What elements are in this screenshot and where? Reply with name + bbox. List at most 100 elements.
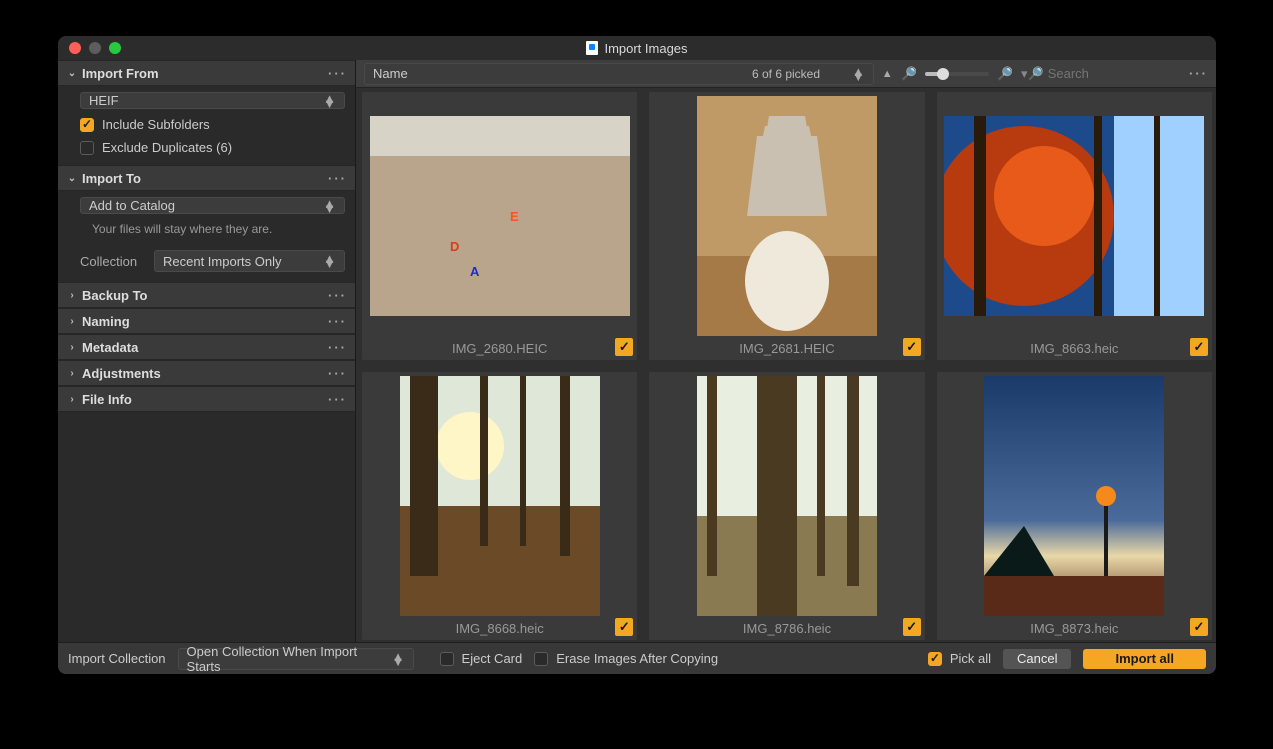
section-title: Import To — [82, 171, 141, 186]
erase-after-label: Erase Images After Copying — [556, 651, 718, 666]
thumbnail-filename: IMG_8786.heic — [743, 621, 831, 636]
pick-all-label: Pick all — [950, 651, 991, 666]
import-all-label: Import all — [1115, 651, 1174, 666]
thumbnail-item[interactable]: IMG_8668.heic ✓ — [362, 372, 637, 640]
zoom-in-icon[interactable]: 🔍 — [997, 66, 1013, 82]
ellipsis-icon[interactable]: ··· — [328, 366, 347, 381]
thumbnail-image — [697, 96, 877, 336]
cancel-label: Cancel — [1017, 651, 1057, 666]
thumbnail-item[interactable]: D A E IMG_2680.HEIC ✓ — [362, 92, 637, 360]
pick-toggle[interactable]: ✓ — [903, 338, 921, 356]
import-all-button[interactable]: Import all — [1083, 649, 1206, 669]
ellipsis-icon[interactable]: ··· — [328, 340, 347, 355]
import-window: Import Images ⌄ Import From ··· HEIF ▲▼ … — [58, 36, 1216, 674]
updown-icon: ▲▼ — [392, 654, 405, 664]
pick-toggle[interactable]: ✓ — [903, 618, 921, 636]
section-adjustments[interactable]: › Adjustments ··· — [58, 360, 355, 386]
thumbnail-grid: D A E IMG_2680.HEIC ✓ — [362, 92, 1212, 640]
pick-all-checkbox[interactable] — [928, 652, 942, 666]
thumbnail-image — [984, 376, 1164, 616]
import-to-value: Add to Catalog — [89, 198, 175, 213]
collection-label: Collection — [80, 254, 146, 269]
source-select[interactable]: HEIF ▲▼ — [80, 92, 345, 109]
search-input[interactable] — [1048, 66, 1158, 81]
thumbnail-filename: IMG_8873.heic — [1030, 621, 1118, 636]
thumbnail-item[interactable]: IMG_8873.heic ✓ — [937, 372, 1212, 640]
updown-icon: ▲▼ — [323, 201, 336, 211]
thumbnail-zoom-slider[interactable] — [925, 72, 989, 76]
chevron-right-icon: › — [66, 368, 78, 379]
pick-toggle[interactable]: ✓ — [615, 338, 633, 356]
section-import-from[interactable]: ⌄ Import From ··· — [58, 60, 355, 86]
ellipsis-icon[interactable]: ··· — [328, 66, 347, 81]
pick-toggle[interactable]: ✓ — [615, 618, 633, 636]
import-collection-value: Open Collection When Import Starts — [187, 644, 392, 674]
chevron-right-icon: › — [66, 290, 78, 301]
chevron-down-icon: ⌄ — [66, 173, 78, 184]
exclude-duplicates-checkbox[interactable] — [80, 141, 94, 155]
thumbnail-filename: IMG_2680.HEIC — [452, 341, 547, 356]
document-icon — [586, 41, 598, 55]
window-title: Import Images — [604, 41, 687, 56]
pick-toggle[interactable]: ✓ — [1190, 618, 1208, 636]
thumbnail-item[interactable]: IMG_8786.heic ✓ — [649, 372, 924, 640]
import-to-note: Your files will stay where they are. — [80, 222, 345, 236]
chevron-down-icon: ⌄ — [66, 68, 78, 79]
include-subfolders-checkbox[interactable] — [80, 118, 94, 132]
thumbnail-item[interactable]: IMG_2681.HEIC ✓ — [649, 92, 924, 360]
svg-text:D: D — [450, 239, 459, 254]
thumbnail-filename: IMG_2681.HEIC — [739, 341, 834, 356]
picked-count: 6 of 6 picked — [752, 67, 820, 81]
section-title: File Info — [82, 392, 132, 407]
chevron-right-icon: › — [66, 316, 78, 327]
pick-toggle[interactable]: ✓ — [1190, 338, 1208, 356]
thumbnail-image: D A E — [370, 116, 630, 316]
updown-icon: ▲▼ — [323, 96, 336, 106]
zoom-out-icon[interactable]: 🔍 — [901, 66, 917, 82]
chevron-right-icon: › — [66, 342, 78, 353]
include-subfolders-label: Include Subfolders — [102, 117, 210, 132]
collection-select[interactable]: Recent Imports Only ▲▼ — [154, 250, 345, 272]
cancel-button[interactable]: Cancel — [1003, 649, 1071, 669]
thumbnail-image — [400, 376, 600, 616]
section-file-info[interactable]: › File Info ··· — [58, 386, 355, 412]
titlebar: Import Images — [58, 36, 1216, 60]
chevron-right-icon: › — [66, 394, 78, 405]
import-to-select[interactable]: Add to Catalog ▲▼ — [80, 197, 345, 214]
source-value: HEIF — [89, 93, 119, 108]
collection-value: Recent Imports Only — [163, 254, 282, 269]
import-collection-label: Import Collection — [68, 651, 166, 666]
section-title: Backup To — [82, 288, 148, 303]
erase-after-checkbox[interactable] — [534, 652, 548, 666]
thumbnail-item[interactable]: IMG_8663.heic ✓ — [937, 92, 1212, 360]
svg-text:E: E — [510, 209, 519, 224]
section-title: Import From — [82, 66, 159, 81]
section-naming[interactable]: › Naming ··· — [58, 308, 355, 334]
thumbnail-filename: IMG_8668.heic — [456, 621, 544, 636]
ellipsis-icon[interactable]: ··· — [328, 314, 347, 329]
section-metadata[interactable]: › Metadata ··· — [58, 334, 355, 360]
ellipsis-icon[interactable]: ··· — [328, 171, 347, 186]
eject-card-checkbox[interactable] — [440, 652, 454, 666]
section-import-to[interactable]: ⌄ Import To ··· — [58, 165, 355, 191]
svg-text:A: A — [470, 264, 480, 279]
eject-card-label: Eject Card — [462, 651, 523, 666]
ellipsis-icon[interactable]: ··· — [328, 288, 347, 303]
thumbnail-image — [944, 116, 1204, 316]
search-icon: 🔍▾ — [1021, 66, 1044, 82]
footer: Import Collection Open Collection When I… — [58, 642, 1216, 674]
toolbar-ellipsis-icon[interactable]: ··· — [1189, 66, 1208, 81]
main-area: Name ▲▼ ▲ 6 of 6 picked 🔍 🔍 🔍▾ ··· — [356, 60, 1216, 642]
updown-icon: ▲▼ — [323, 256, 336, 266]
section-title: Naming — [82, 314, 130, 329]
thumbnail-image — [697, 376, 877, 616]
thumbnail-grid-scroll[interactable]: D A E IMG_2680.HEIC ✓ — [356, 88, 1216, 642]
exclude-duplicates-label: Exclude Duplicates (6) — [102, 140, 232, 155]
ellipsis-icon[interactable]: ··· — [328, 392, 347, 407]
sort-asc-icon[interactable]: ▲ — [882, 68, 893, 80]
sort-value: Name — [373, 66, 408, 81]
section-backup-to[interactable]: › Backup To ··· — [58, 282, 355, 308]
toolbar: Name ▲▼ ▲ 6 of 6 picked 🔍 🔍 🔍▾ ··· — [356, 60, 1216, 88]
import-collection-select[interactable]: Open Collection When Import Starts ▲▼ — [178, 648, 414, 670]
updown-icon: ▲▼ — [852, 69, 865, 79]
